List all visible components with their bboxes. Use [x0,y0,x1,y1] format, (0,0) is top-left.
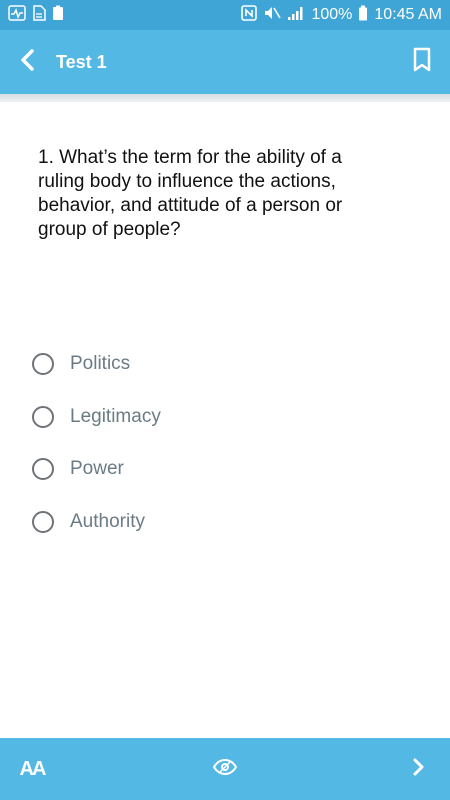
font-size-button[interactable]: AA [0,738,64,800]
option-politics[interactable]: Politics [32,338,412,391]
radio-button[interactable] [32,405,54,428]
screen: 100% 10:45 AM Test 1 1. What’s the term … [0,0,450,800]
status-right: 100% 10:45 AM [241,4,442,26]
nfc-icon [241,4,258,26]
back-button[interactable] [0,30,56,94]
eye-icon [212,758,238,781]
bookmark-button[interactable] [394,30,450,94]
chevron-right-icon [410,757,426,782]
option-label: Power [70,458,124,480]
status-left-icons [8,4,64,26]
battery-percent: 100% [311,6,353,23]
bookmark-icon [412,47,432,78]
option-label: Legitimacy [70,405,161,427]
clock: 10:45 AM [374,6,442,23]
radio-button[interactable] [32,458,54,481]
pulse-icon [8,4,26,26]
option-power[interactable]: Power [32,443,412,496]
option-label: Politics [70,353,131,375]
option-legitimacy[interactable]: Legitimacy [32,391,412,444]
option-label: Authority [70,510,145,532]
battery-small-icon [52,5,64,26]
radio-button[interactable] [32,353,54,376]
next-button[interactable] [386,738,450,800]
radio-button[interactable] [32,510,54,533]
bottom-bar: AA [0,738,450,800]
signal-icon [287,5,305,26]
chevron-left-icon [18,48,38,77]
answer-options: Politics Legitimacy Power Authority [32,338,412,548]
doc-icon [32,4,46,26]
mute-icon [263,5,282,26]
bottom-center [64,738,386,800]
status-bar: 100% 10:45 AM [0,0,450,30]
option-authority[interactable]: Authority [32,496,412,549]
app-bar: Test 1 [0,30,450,94]
font-size-label: AA [19,757,47,780]
battery-icon [358,5,368,26]
reveal-answer-button[interactable] [193,738,257,800]
header-divider [0,94,450,102]
page-title: Test 1 [56,51,107,72]
question-text: 1. What’s the term for the ability of a … [38,147,343,240]
